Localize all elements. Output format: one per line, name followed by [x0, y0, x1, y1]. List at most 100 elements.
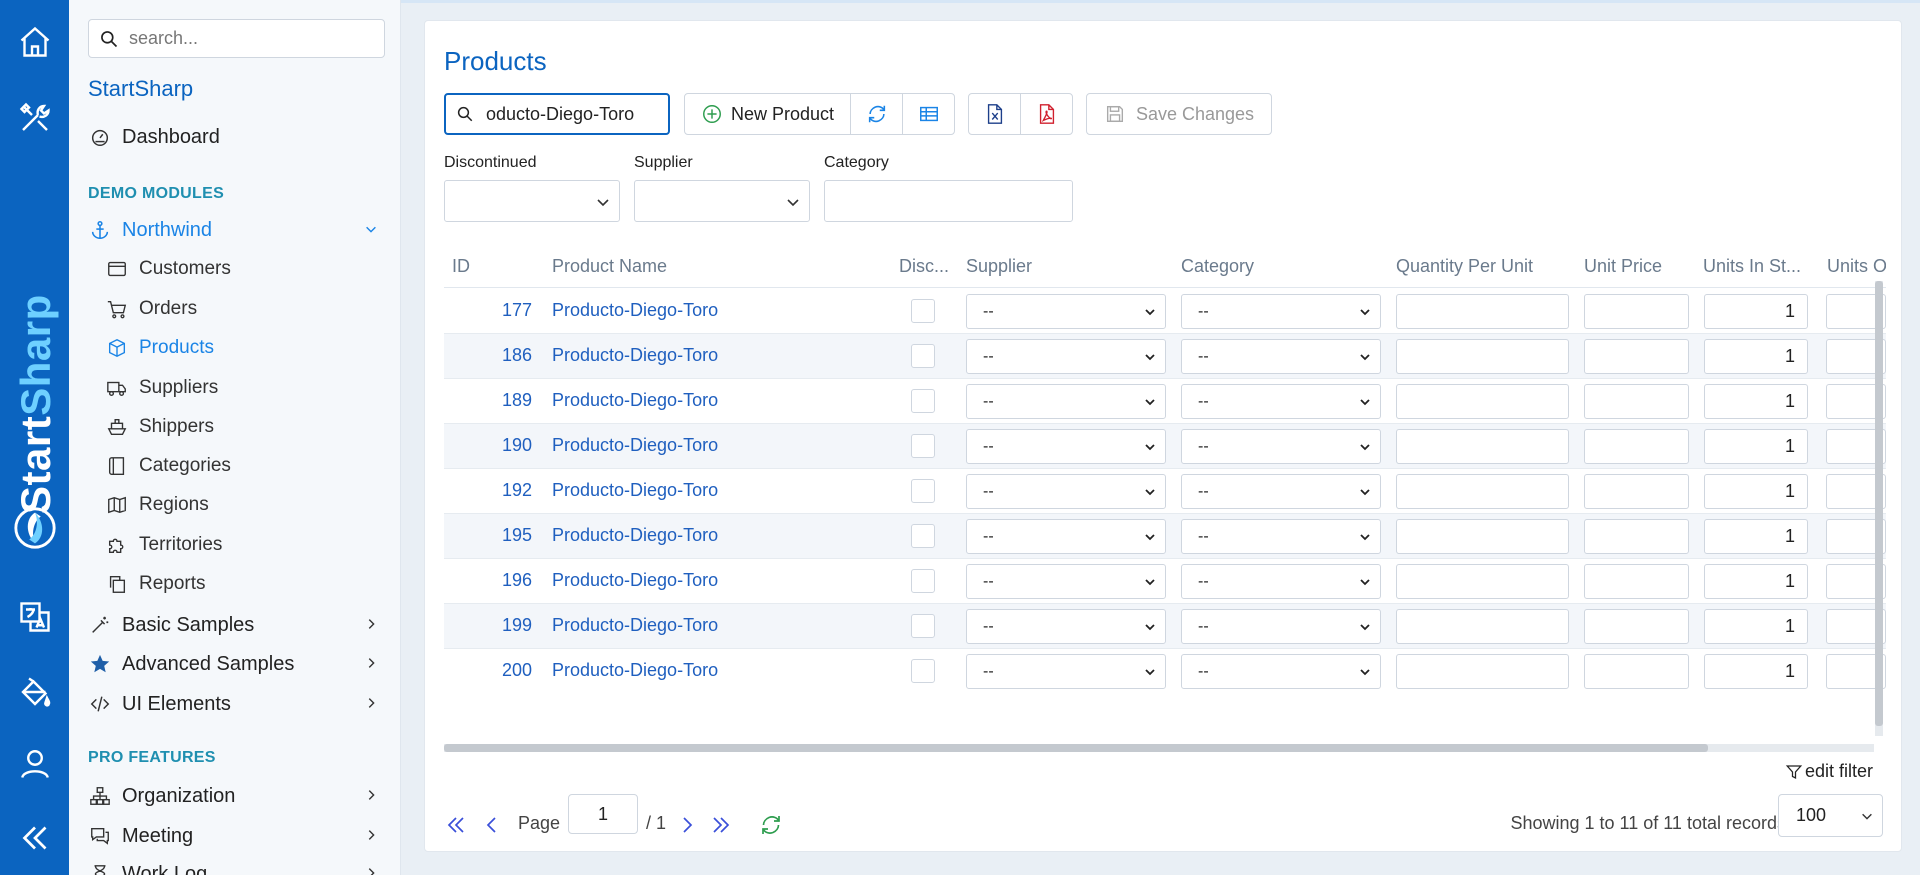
supplier-filter-select[interactable] [634, 180, 810, 222]
discontinued-checkbox[interactable] [911, 659, 935, 683]
unit-price-input[interactable] [1584, 429, 1689, 464]
discontinued-checkbox[interactable] [911, 344, 935, 368]
column-header-supplier[interactable]: Supplier [966, 256, 1032, 277]
supplier-select[interactable]: -- [966, 609, 1166, 644]
sidebar-item-customers[interactable]: Customers [105, 254, 385, 284]
table-row[interactable]: 186 Producto-Diego-Toro -- -- 1 [444, 334, 1886, 379]
quantity-per-unit-input[interactable] [1396, 429, 1569, 464]
page-number-input[interactable]: 1 [568, 794, 638, 834]
collapse-icon[interactable] [0, 808, 69, 868]
cell-product-name-link[interactable]: Producto-Diego-Toro [552, 435, 718, 456]
sidebar-item-dashboard[interactable]: Dashboard [88, 121, 388, 153]
quantity-per-unit-input[interactable] [1396, 609, 1569, 644]
units-in-stock-input[interactable]: 1 [1704, 564, 1808, 599]
sidebar-item-work-log[interactable]: Work Log [88, 858, 388, 875]
table-row[interactable]: 192 Producto-Diego-Toro -- -- 1 [444, 469, 1886, 514]
units-in-stock-input[interactable]: 1 [1704, 519, 1808, 554]
refresh-button[interactable] [850, 93, 903, 135]
cell-product-name-link[interactable]: Producto-Diego-Toro [552, 525, 718, 546]
pager-refresh-icon[interactable] [759, 813, 783, 837]
discontinued-filter-select[interactable] [444, 180, 620, 222]
sidebar-item-categories[interactable]: Categories [105, 451, 385, 481]
table-row[interactable]: 195 Producto-Diego-Toro -- -- 1 [444, 514, 1886, 559]
sidebar-search-input[interactable] [129, 28, 369, 49]
quick-search[interactable] [444, 93, 670, 135]
supplier-select[interactable]: -- [966, 474, 1166, 509]
sidebar-item-basic-samples[interactable]: Basic Samples [88, 609, 388, 641]
cell-id[interactable]: 189 [484, 390, 532, 411]
category-select[interactable]: -- [1181, 339, 1381, 374]
quantity-per-unit-input[interactable] [1396, 339, 1569, 374]
supplier-select[interactable]: -- [966, 339, 1166, 374]
column-header-unit-price[interactable]: Unit Price [1584, 256, 1662, 277]
sidebar-item-suppliers[interactable]: Suppliers [105, 373, 385, 403]
sidebar-item-products[interactable]: Products [105, 333, 385, 363]
home-icon[interactable] [0, 12, 69, 72]
discontinued-checkbox[interactable] [911, 524, 935, 548]
quantity-per-unit-input[interactable] [1396, 474, 1569, 509]
discontinued-checkbox[interactable] [911, 389, 935, 413]
sidebar-item-shippers[interactable]: Shippers [105, 412, 385, 442]
cell-id[interactable]: 199 [484, 615, 532, 636]
units-in-stock-input[interactable]: 1 [1704, 654, 1808, 689]
cell-id[interactable]: 200 [484, 660, 532, 681]
unit-price-input[interactable] [1584, 564, 1689, 599]
cell-product-name-link[interactable]: Producto-Diego-Toro [552, 300, 718, 321]
translate-icon[interactable] [0, 587, 69, 647]
discontinued-checkbox[interactable] [911, 299, 935, 323]
supplier-select[interactable]: -- [966, 654, 1166, 689]
discontinued-checkbox[interactable] [911, 434, 935, 458]
first-page-icon[interactable] [444, 813, 468, 837]
supplier-select[interactable]: -- [966, 519, 1166, 554]
column-header-quantity-per-unit[interactable]: Quantity Per Unit [1396, 256, 1533, 277]
user-icon[interactable] [0, 734, 69, 794]
quick-search-input[interactable] [486, 103, 666, 125]
quantity-per-unit-input[interactable] [1396, 294, 1569, 329]
table-row[interactable]: 177 Producto-Diego-Toro -- -- 1 [444, 289, 1886, 334]
cell-product-name-link[interactable]: Producto-Diego-Toro [552, 390, 718, 411]
category-select[interactable]: -- [1181, 654, 1381, 689]
category-filter-input[interactable] [824, 180, 1073, 222]
edit-filter-link[interactable]: edit filter [1785, 761, 1873, 782]
table-row[interactable]: 200 Producto-Diego-Toro -- -- 1 [444, 649, 1886, 689]
discontinued-checkbox[interactable] [911, 479, 935, 503]
cell-id[interactable]: 177 [484, 300, 532, 321]
category-select[interactable]: -- [1181, 384, 1381, 419]
category-select[interactable]: -- [1181, 429, 1381, 464]
page-size-select[interactable]: 100 [1778, 794, 1883, 837]
excel-export-button[interactable] [968, 93, 1021, 135]
quantity-per-unit-input[interactable] [1396, 384, 1569, 419]
sidebar-search[interactable] [88, 19, 385, 58]
sidebar-item-orders[interactable]: Orders [105, 294, 385, 324]
cell-product-name-link[interactable]: Producto-Diego-Toro [552, 345, 718, 366]
units-in-stock-input[interactable]: 1 [1704, 609, 1808, 644]
quantity-per-unit-input[interactable] [1396, 654, 1569, 689]
sidebar-item-reports[interactable]: Reports [105, 569, 385, 599]
last-page-icon[interactable] [709, 813, 733, 837]
unit-price-input[interactable] [1584, 474, 1689, 509]
units-in-stock-input[interactable]: 1 [1704, 294, 1808, 329]
category-select[interactable]: -- [1181, 519, 1381, 554]
category-select[interactable]: -- [1181, 609, 1381, 644]
discontinued-checkbox[interactable] [911, 569, 935, 593]
unit-price-input[interactable] [1584, 294, 1689, 329]
table-row[interactable]: 199 Producto-Diego-Toro -- -- 1 [444, 604, 1886, 649]
category-select[interactable]: -- [1181, 564, 1381, 599]
table-row[interactable]: 196 Producto-Diego-Toro -- -- 1 [444, 559, 1886, 604]
sidebar-item-advanced-samples[interactable]: Advanced Samples [88, 648, 388, 680]
discontinued-checkbox[interactable] [911, 614, 935, 638]
new-product-button[interactable]: New Product [684, 93, 851, 135]
cell-id[interactable]: 196 [484, 570, 532, 591]
column-header-category[interactable]: Category [1181, 256, 1254, 277]
cell-product-name-link[interactable]: Producto-Diego-Toro [552, 615, 718, 636]
category-select[interactable]: -- [1181, 294, 1381, 329]
cell-id[interactable]: 190 [484, 435, 532, 456]
cell-product-name-link[interactable]: Producto-Diego-Toro [552, 480, 718, 501]
previous-page-icon[interactable] [480, 813, 504, 837]
sidebar-item-organization[interactable]: Organization [88, 780, 388, 812]
cell-id[interactable]: 186 [484, 345, 532, 366]
pdf-export-button[interactable] [1020, 93, 1073, 135]
sidebar-item-meeting[interactable]: Meeting [88, 820, 388, 852]
column-header-id[interactable]: ID [452, 256, 470, 277]
supplier-select[interactable]: -- [966, 294, 1166, 329]
